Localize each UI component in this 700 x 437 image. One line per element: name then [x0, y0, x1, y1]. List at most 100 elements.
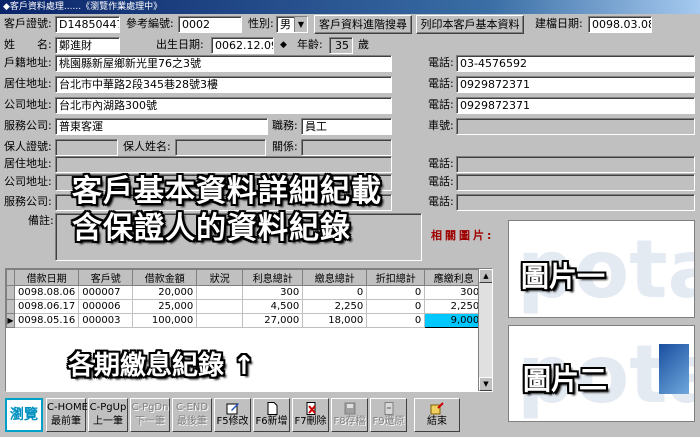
first-record-key: C-HOME [47, 402, 88, 413]
prev-record-key: C-PgUp [89, 402, 127, 413]
col-interest-total[interactable]: 利息總計 [242, 269, 304, 286]
add-button[interactable]: F6新增 [253, 398, 290, 432]
photo-two[interactable]: pota 圖片二 [508, 325, 695, 422]
col-discount-total[interactable]: 折扣總計 [366, 269, 426, 286]
col-paid-total[interactable]: 繳息總計 [302, 269, 368, 286]
cell-status[interactable] [196, 299, 244, 314]
cell-loan-amount[interactable]: 25,000 [132, 299, 198, 314]
cell-interest-due[interactable]: 300 [424, 285, 484, 300]
edit-button[interactable]: F5修改 [214, 398, 251, 432]
cell-loan-date[interactable]: 0098.08.06 [13, 285, 80, 300]
col-status[interactable]: 狀況 [196, 269, 244, 286]
cell-loan-date[interactable]: 0098.06.17 [13, 299, 80, 314]
delete-label: F7刪除 [294, 416, 327, 427]
guarantor-id-field[interactable] [55, 139, 118, 156]
cell-loan-amount[interactable]: 20,000 [132, 285, 198, 300]
job-title-label: 職務: [272, 119, 298, 132]
photo-two-caption: 圖片二 [523, 363, 608, 396]
customer-id-field[interactable]: D148504476 [55, 16, 120, 33]
cell-discount-total[interactable]: 0 [366, 285, 426, 300]
first-record-label: 最前筆 [51, 416, 81, 427]
undo-icon [384, 402, 393, 415]
cell-paid-total[interactable]: 0 [302, 285, 368, 300]
delete-button[interactable]: F7刪除 [292, 398, 329, 432]
cell-interest-total[interactable]: 300 [242, 285, 304, 300]
cell-status[interactable] [196, 285, 244, 300]
name-field[interactable]: 鄭進財 [55, 37, 120, 54]
reference-no-field[interactable]: 0002 [178, 16, 242, 33]
cell-customer-no[interactable]: 000007 [78, 285, 134, 300]
table-row[interactable]: 0098.06.17 000006 25,000 4,500 2,250 0 2… [6, 299, 484, 314]
relationship-field[interactable] [301, 139, 392, 156]
age-label: 年齡: [297, 38, 323, 51]
car-no-field[interactable] [456, 118, 695, 135]
phone2-label: 電話: [428, 77, 454, 90]
guarantor-name-label: 保人姓名: [123, 140, 171, 153]
col-interest-due[interactable]: 應繳利息 [424, 269, 484, 286]
cell-loan-date[interactable]: 0098.05.16 [13, 313, 80, 328]
photo-one-caption: 圖片一 [521, 260, 606, 293]
cell-paid-total[interactable]: 2,250 [302, 299, 368, 314]
phone3-label: 電話: [428, 98, 454, 111]
cell-loan-amount[interactable]: 100,000 [132, 313, 198, 328]
guarantor-id-label: 保人證號: [4, 140, 52, 153]
advanced-search-button[interactable]: 客戶資料進階搜尋 [314, 15, 412, 34]
guarantor-residence-label: 居住地址: [4, 157, 52, 170]
company-address-field[interactable]: 台北市內湖路300號 [55, 97, 392, 114]
phone2-field[interactable]: 0929872371 [456, 76, 695, 93]
last-record-button[interactable]: C-END 最後筆 [172, 398, 212, 432]
browse-mode-button[interactable]: 瀏覽 [5, 398, 43, 432]
phone3-field[interactable]: 0929872371 [456, 97, 695, 114]
cell-interest-due[interactable]: 2,250 [424, 299, 484, 314]
age-field: 35 [329, 37, 353, 54]
gender-select[interactable]: 男 ▼ [276, 16, 308, 33]
last-record-key: C-END [175, 402, 209, 413]
residence-address-field[interactable]: 台北市中華路2段345巷28號3樓 [55, 76, 392, 93]
col-customer-no[interactable]: 客戶號 [78, 269, 134, 286]
dob-field[interactable]: 0062.12.09 [211, 37, 274, 54]
cell-paid-total[interactable]: 18,000 [302, 313, 368, 328]
table-row[interactable]: 0098.08.06 000007 20,000 300 0 0 300 [6, 285, 484, 300]
registered-address-label: 戶籍地址: [4, 56, 52, 69]
guarantor-name-field[interactable] [175, 139, 266, 156]
undo-button[interactable]: F9還原 [370, 398, 407, 432]
overlay-caption-interest: 各期繳息紀錄 ↑ [68, 351, 255, 381]
gender-label: 性別: [248, 17, 274, 30]
created-date-field[interactable]: 0098.03.08 [588, 16, 652, 33]
cell-customer-no[interactable]: 000006 [78, 299, 134, 314]
phone1-field[interactable]: 03-4576592 [456, 55, 695, 72]
exit-icon [430, 402, 444, 415]
row-indicator [6, 299, 15, 314]
col-loan-date[interactable]: 借款日期 [13, 269, 80, 286]
col-loan-amount[interactable]: 借款金額 [132, 269, 198, 286]
print-customer-button[interactable]: 列印本客戶基本資料 [416, 15, 524, 34]
prev-record-button[interactable]: C-PgUp 上一筆 [88, 398, 128, 432]
exit-button[interactable]: 結束 [414, 398, 460, 432]
scroll-up-icon[interactable]: ▲ [479, 269, 492, 283]
cell-discount-total[interactable]: 0 [366, 313, 426, 328]
guarantor-phone3-field[interactable] [456, 194, 695, 211]
cell-interest-total[interactable]: 27,000 [242, 313, 304, 328]
delete-icon [306, 402, 316, 415]
reference-no-label: 參考編號: [126, 17, 174, 30]
next-record-button[interactable]: C-PgDn 下一筆 [130, 398, 170, 432]
job-title-field[interactable]: 員工 [301, 118, 392, 135]
save-button[interactable]: F8存檔 [331, 398, 368, 432]
next-record-key: C-PgDn [131, 402, 169, 413]
scroll-down-icon[interactable]: ▼ [479, 377, 492, 391]
cell-discount-total[interactable]: 0 [366, 299, 426, 314]
registered-address-field[interactable]: 桃園縣新屋鄉新光里76之3號 [55, 55, 392, 72]
company-field[interactable]: 普東客運 [55, 118, 268, 135]
table-scrollbar[interactable]: ▲ ▼ [478, 269, 492, 391]
table-row-selected[interactable]: ▶ 0098.05.16 000003 100,000 27,000 18,00… [6, 313, 484, 328]
first-record-button[interactable]: C-HOME 最前筆 [46, 398, 88, 432]
cell-status[interactable] [196, 313, 244, 328]
guarantor-phone1-field[interactable] [456, 156, 695, 173]
cell-customer-no[interactable]: 000003 [78, 313, 134, 328]
photo-one[interactable]: pota 圖片一 [508, 220, 695, 318]
cell-interest-due-active[interactable]: 9,000 [424, 313, 484, 328]
guarantor-phone2-field[interactable] [456, 174, 695, 191]
cell-interest-total[interactable]: 4,500 [242, 299, 304, 314]
dob-spin-icon[interactable]: ◆ [280, 37, 287, 53]
last-record-label: 最後筆 [177, 416, 207, 427]
